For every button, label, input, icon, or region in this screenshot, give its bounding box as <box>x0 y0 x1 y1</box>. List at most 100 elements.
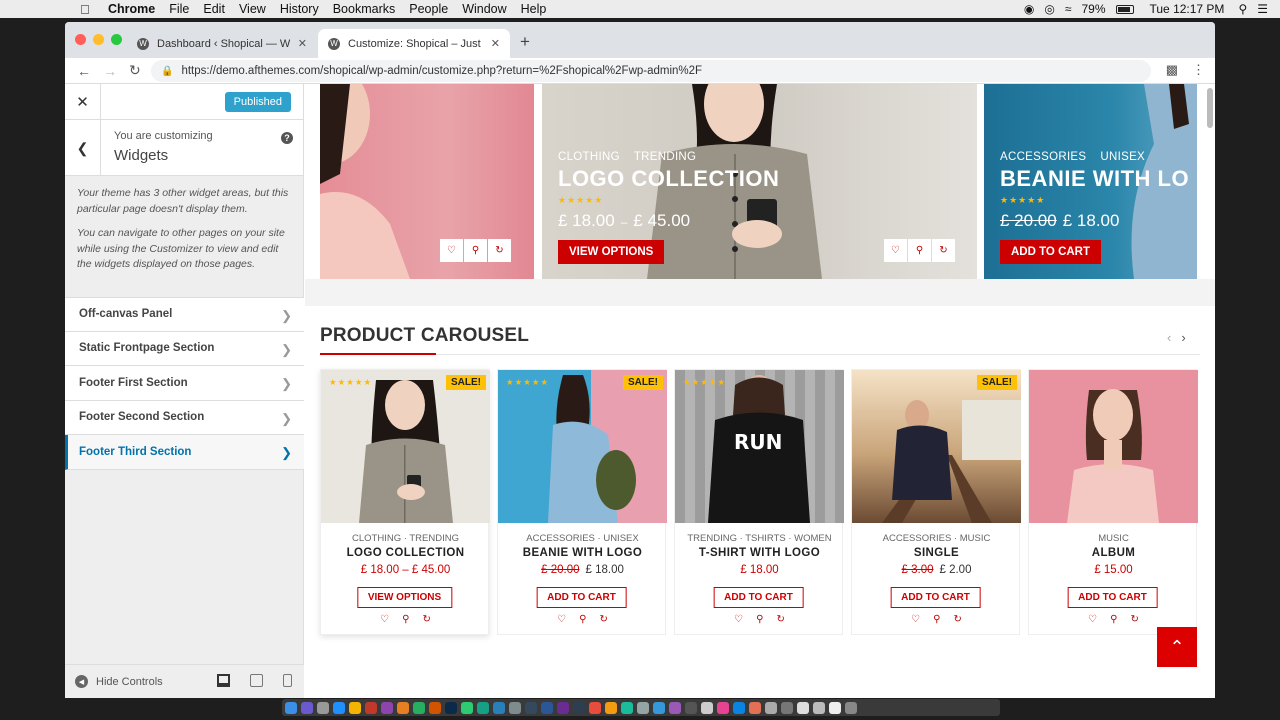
chrome-icon[interactable] <box>349 701 361 714</box>
word-icon[interactable] <box>541 701 553 714</box>
menu-app-name[interactable]: Chrome <box>108 2 155 16</box>
category-link[interactable]: UNISEX <box>1100 151 1145 163</box>
section-footer-first[interactable]: Footer First Section ❯ <box>65 366 304 401</box>
app-icon[interactable] <box>525 701 537 714</box>
spotlight-icon[interactable]: ⚲ <box>1238 2 1247 16</box>
section-static-frontpage[interactable]: Static Frontpage Section ❯ <box>65 331 304 366</box>
app-icon[interactable] <box>557 701 569 714</box>
forward-icon[interactable]: → <box>103 63 117 79</box>
wishlist-icon[interactable]: ♡ <box>911 614 920 625</box>
menu-view[interactable]: View <box>239 2 266 16</box>
product-categories[interactable]: CLOTHING · TRENDING <box>321 533 490 544</box>
add-to-cart-button[interactable]: ADD TO CART <box>713 587 804 608</box>
app-icon[interactable] <box>765 701 777 714</box>
back-icon[interactable]: ← <box>77 63 91 79</box>
app-icon[interactable] <box>461 701 473 714</box>
menu-history[interactable]: History <box>280 2 319 16</box>
app-icon[interactable] <box>605 701 617 714</box>
section-off-canvas-panel[interactable]: Off-canvas Panel ❯ <box>65 297 304 332</box>
product-categories[interactable]: MUSIC <box>1029 533 1198 544</box>
status-icon[interactable]: ◎ <box>1044 2 1054 16</box>
hide-controls-button[interactable]: ◀ Hide Controls <box>75 675 163 688</box>
close-tab-icon[interactable]: ✕ <box>491 37 500 50</box>
compare-icon[interactable]: ↻ <box>932 239 955 262</box>
compare-icon[interactable]: ↻ <box>776 614 784 625</box>
url-input[interactable]: 🔒 https://demo.afthemes.com/shopical/wp-… <box>151 60 1151 82</box>
product-image[interactable]: ★★★★★ SALE! <box>321 370 490 523</box>
app-icon[interactable] <box>733 701 745 714</box>
launchpad-icon[interactable] <box>317 701 329 714</box>
add-to-cart-button[interactable]: ADD TO CART <box>536 587 627 608</box>
wishlist-icon[interactable]: ♡ <box>884 239 907 262</box>
back-chevron-icon[interactable]: ❮ <box>65 120 101 176</box>
product-image[interactable]: ★★★★★ SALE! <box>498 370 667 523</box>
quick-view-icon[interactable]: ⚲ <box>402 614 409 625</box>
compare-icon[interactable]: ↻ <box>953 614 961 625</box>
close-window-button[interactable] <box>75 34 86 45</box>
product-name[interactable]: LOGO COLLECTION <box>321 547 490 559</box>
app-icon[interactable] <box>509 701 521 714</box>
quick-view-icon[interactable]: ⚲ <box>756 614 763 625</box>
apple-icon[interactable]:  <box>80 2 96 17</box>
app-icon[interactable] <box>621 701 633 714</box>
help-icon[interactable]: ? <box>281 132 293 144</box>
product-image[interactable]: RUN ★★★★★ <box>675 370 844 523</box>
category-link[interactable]: CLOTHING <box>558 151 620 163</box>
quick-view-icon[interactable]: ⚲ <box>1110 614 1117 625</box>
section-footer-second[interactable]: Footer Second Section ❯ <box>65 400 304 435</box>
product-card[interactable]: SALE! ACCESSORIES · MUSIC SINGLE £ 3.00 £… <box>851 369 1021 635</box>
hero-slide-beanie[interactable]: ACCESSORIES UNISEX BEANIE WITH LO ★★★★★ … <box>984 84 1197 279</box>
tab-dashboard[interactable]: W Dashboard ‹ Shopical — Wordi ✕ <box>127 29 317 58</box>
app-icon[interactable] <box>477 701 489 714</box>
app-icon[interactable] <box>573 701 585 714</box>
notification-center-icon[interactable]: ☰ <box>1257 2 1268 16</box>
app-icon[interactable] <box>701 701 713 714</box>
hero-title[interactable]: BEANIE WITH LO <box>1000 166 1189 192</box>
compare-icon[interactable]: ↻ <box>1130 614 1138 625</box>
photoshop-icon[interactable] <box>445 701 457 714</box>
menu-edit[interactable]: Edit <box>203 2 225 16</box>
app-icon[interactable] <box>637 701 649 714</box>
product-card[interactable]: RUN ★★★★★ TRENDING · TSHIRTS · WOMEN T-S… <box>674 369 844 635</box>
menu-window[interactable]: Window <box>462 2 506 16</box>
quick-view-icon[interactable]: ⚲ <box>933 614 940 625</box>
scroll-to-top-button[interactable]: ⌃ <box>1157 627 1197 667</box>
clock[interactable]: Tue 12:17 PM <box>1150 2 1225 16</box>
app-icon[interactable] <box>653 701 665 714</box>
product-categories[interactable]: ACCESSORIES · UNISEX <box>498 533 667 544</box>
product-card[interactable]: ★★★★★ SALE! ACCESSORIES · UNISEX BEANIE … <box>497 369 667 635</box>
app-icon[interactable] <box>429 701 441 714</box>
app-icon[interactable] <box>781 701 793 714</box>
minimize-window-button[interactable] <box>93 34 104 45</box>
menu-help[interactable]: Help <box>521 2 547 16</box>
category-link[interactable]: TRENDING <box>634 151 696 163</box>
tablet-preview-icon[interactable] <box>250 674 263 687</box>
battery-percent[interactable]: 79% <box>1081 2 1105 16</box>
wishlist-icon[interactable]: ♡ <box>1088 614 1097 625</box>
quick-view-icon[interactable]: ⚲ <box>579 614 586 625</box>
app-icon[interactable] <box>413 701 425 714</box>
wishlist-icon[interactable]: ♡ <box>380 614 389 625</box>
wishlist-icon[interactable]: ♡ <box>440 239 463 262</box>
app-icon[interactable] <box>813 701 825 714</box>
trash-icon[interactable] <box>845 701 857 714</box>
zoom-window-button[interactable] <box>111 34 122 45</box>
tab-customize[interactable]: W Customize: Shopical – Just anc ✕ <box>318 29 510 58</box>
app-icon[interactable] <box>685 701 697 714</box>
app-icon[interactable] <box>365 701 377 714</box>
product-card[interactable]: MUSIC ALBUM £ 15.00 ADD TO CART ♡ ⚲ ↻ <box>1028 369 1198 635</box>
wifi-icon[interactable]: ≈ <box>1065 2 1072 16</box>
menu-people[interactable]: People <box>409 2 448 16</box>
add-to-cart-button[interactable]: ADD TO CART <box>1000 240 1102 264</box>
app-icon[interactable] <box>829 701 841 714</box>
app-icon[interactable] <box>493 701 505 714</box>
add-to-cart-button[interactable]: ADD TO CART <box>1067 587 1158 608</box>
section-footer-third[interactable]: Footer Third Section ❯ <box>65 435 304 470</box>
app-icon[interactable] <box>797 701 809 714</box>
product-name[interactable]: SINGLE <box>852 547 1021 559</box>
compare-icon[interactable]: ↻ <box>599 614 607 625</box>
quick-view-icon[interactable]: ⚲ <box>908 239 931 262</box>
view-options-button[interactable]: VIEW OPTIONS <box>356 587 453 608</box>
menu-dots-icon[interactable]: ⋮ <box>1192 62 1205 78</box>
compare-icon[interactable]: ↻ <box>488 239 511 262</box>
